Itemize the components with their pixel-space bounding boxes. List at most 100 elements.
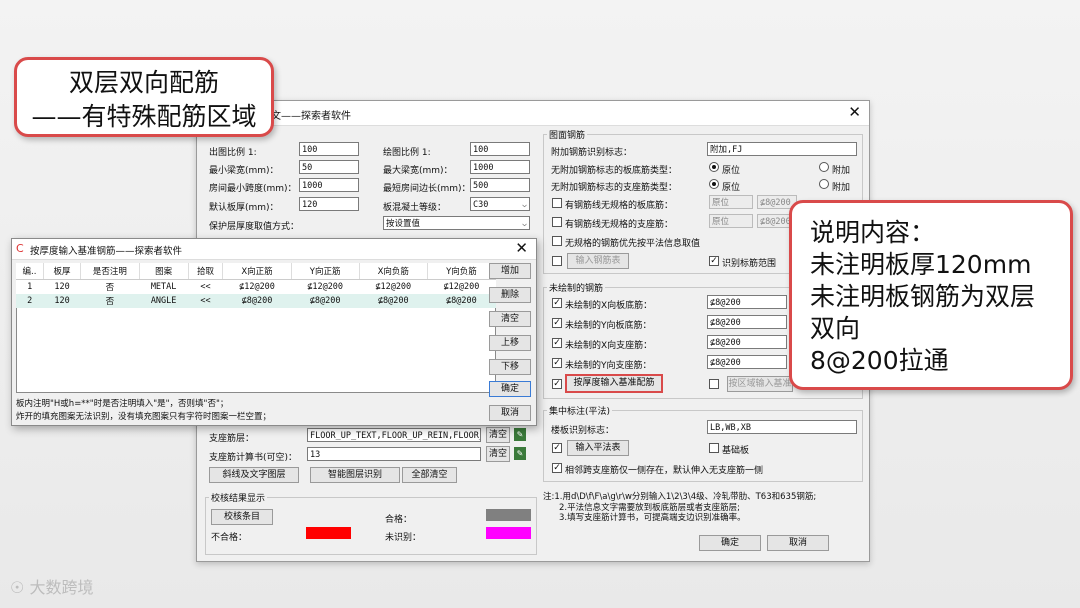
column-header[interactable]: Y向正筋 xyxy=(291,263,360,280)
x-support-input[interactable]: ⊈8@200 xyxy=(707,335,787,349)
sub-button-2[interactable]: 清空 xyxy=(489,311,531,327)
support-calc-input[interactable]: 13 xyxy=(307,447,481,461)
input-rebar-button[interactable]: 输入钢筋表 xyxy=(567,253,629,269)
base-slab-checkbox[interactable] xyxy=(709,443,719,453)
input-rebar-checkbox[interactable] xyxy=(552,256,562,266)
clear-layer-button[interactable]: 清空 xyxy=(486,427,510,443)
support-orig-radio[interactable] xyxy=(709,179,719,189)
recog-range-checkbox[interactable]: ✓ xyxy=(709,256,719,266)
clear-all-button[interactable]: 全部清空 xyxy=(402,467,457,483)
table-cell[interactable]: 否 xyxy=(80,294,140,308)
region-base-button[interactable]: 按区域输入基准 xyxy=(727,376,793,392)
sub-button-1[interactable]: 删除 xyxy=(489,287,531,303)
table-cell[interactable]: ⊈8@200 xyxy=(359,294,428,308)
concrete-select[interactable]: C30 ⌵ xyxy=(470,197,530,211)
table-cell[interactable]: 否 xyxy=(81,280,140,295)
bottom-attach-radio[interactable] xyxy=(819,162,829,172)
region-base-checkbox[interactable] xyxy=(709,379,719,389)
y-bottom-checkbox[interactable]: ✓ xyxy=(552,318,562,328)
unrecognized-color xyxy=(486,527,531,539)
table-cell[interactable]: ⊈12@200 xyxy=(223,280,291,295)
column-header[interactable]: X向负筋 xyxy=(359,263,428,280)
check-items-button[interactable]: 校核条目 xyxy=(211,509,273,525)
support-attach-radio[interactable] xyxy=(819,179,829,189)
table-cell[interactable]: 120 xyxy=(43,280,80,295)
column-header[interactable]: 编.. xyxy=(16,263,44,280)
edit-icon[interactable]: ✎ xyxy=(514,428,526,441)
x-bottom-checkbox[interactable]: ✓ xyxy=(552,298,562,308)
clear-calc-button[interactable]: 清空 xyxy=(486,446,510,462)
column-header[interactable]: 是否注明 xyxy=(80,263,140,280)
thick-base-button[interactable]: 按厚度输入基准配筋 xyxy=(565,374,663,393)
min-edge-input[interactable]: 500 xyxy=(470,178,530,192)
callout1-line1: 双层双向配筋 xyxy=(68,68,219,97)
adjacent-checkbox[interactable]: ✓ xyxy=(552,463,562,473)
attach-input[interactable]: 附加,FJ xyxy=(707,142,857,156)
callout1-line2: ——有特殊配筋区域 xyxy=(31,102,257,131)
thick-base-checkbox[interactable]: ✓ xyxy=(552,379,562,389)
table-cell[interactable]: ⊈8@200 xyxy=(291,294,360,308)
no-spec-plane-checkbox[interactable] xyxy=(552,236,562,246)
column-header[interactable]: 板厚 xyxy=(43,263,82,280)
table-row[interactable]: 2 120 否 ANGLE << ⊈8@200 ⊈8@200 ⊈8@200 ⊈8@200 xyxy=(16,294,496,308)
min-beam-label: 最小梁宽(mm)： xyxy=(209,166,279,176)
y-bottom-label: 未绘制的Y向板底筋： xyxy=(565,321,652,331)
table-cell[interactable]: ⊈12@200 xyxy=(291,280,359,295)
x-support-checkbox[interactable]: ✓ xyxy=(552,338,562,348)
table-cell[interactable]: 2 xyxy=(16,294,44,308)
ratio-draw-input[interactable]: 100 xyxy=(470,142,530,156)
support-layer-input[interactable]: FLOOR_UP_TEXT,FLOOR_UP_REIN,FLOOR_ xyxy=(307,428,481,442)
table-row[interactable]: 1 120 否 METAL << ⊈12@200 ⊈12@200 ⊈12@200 ⊈12@200 xyxy=(16,280,496,295)
irregular-support-checkbox[interactable] xyxy=(552,217,562,227)
table-cell[interactable]: ⊈12@200 xyxy=(427,280,495,295)
y-support-checkbox[interactable]: ✓ xyxy=(552,358,562,368)
sub-button-6[interactable]: 取消 xyxy=(489,405,531,421)
watermark-logo-icon: ☉ xyxy=(10,578,25,597)
smart-layer-button[interactable]: 智能图层识别 xyxy=(310,467,400,483)
cancel-button[interactable]: 取消 xyxy=(767,535,829,551)
input-plane-checkbox[interactable]: ✓ xyxy=(552,443,562,453)
table-cell[interactable]: ⊈8@200 xyxy=(427,294,496,308)
ok-button[interactable]: 确定 xyxy=(699,535,761,551)
column-header[interactable]: Y向负筋 xyxy=(427,263,497,280)
table-cell[interactable]: METAL xyxy=(139,280,188,295)
column-header[interactable]: 图案 xyxy=(139,263,189,280)
slab-mark-input[interactable]: LB,WB,XB xyxy=(707,420,857,434)
watermark: ☉ 大数跨境 xyxy=(10,574,93,598)
bottom-orig-label: 原位 xyxy=(722,166,741,176)
x-bottom-input[interactable]: ⊈8@200 xyxy=(707,295,787,309)
max-beam-input[interactable]: 1000 xyxy=(470,160,530,174)
bottom-orig-radio[interactable] xyxy=(709,162,719,172)
min-span-input[interactable]: 1000 xyxy=(299,178,359,192)
table-cell[interactable]: << xyxy=(188,294,223,308)
min-beam-input[interactable]: 50 xyxy=(299,160,359,174)
ratio-out-input[interactable]: 100 xyxy=(299,142,359,156)
y-support-input[interactable]: ⊈8@200 xyxy=(707,355,787,369)
default-thick-input[interactable]: 120 xyxy=(299,197,359,211)
slab-mark-label: 楼板识别标志： xyxy=(551,426,615,436)
y-bottom-input[interactable]: ⊈8@200 xyxy=(707,315,787,329)
sub-button-4[interactable]: 下移 xyxy=(489,359,531,375)
table-cell[interactable]: ANGLE xyxy=(139,294,189,308)
table-cell[interactable]: 120 xyxy=(43,294,81,308)
input-plane-button[interactable]: 输入平法表 xyxy=(567,440,629,456)
irregular-bottom-select[interactable]: 原位 xyxy=(709,195,753,209)
sub-button-3[interactable]: 上移 xyxy=(489,335,531,351)
table-cell[interactable]: ⊈8@200 xyxy=(222,294,292,308)
edit-icon[interactable]: ✎ xyxy=(514,447,526,460)
column-header[interactable]: 拾取 xyxy=(188,263,224,280)
irregular-support-select[interactable]: 原位 xyxy=(709,214,753,228)
table-cell[interactable]: ⊈12@200 xyxy=(359,280,427,295)
sub-button-5[interactable]: 确定 xyxy=(489,381,531,397)
irregular-bottom-checkbox[interactable] xyxy=(552,198,562,208)
table-cell[interactable]: 1 xyxy=(16,280,43,295)
table-cell[interactable]: << xyxy=(188,280,223,295)
close-icon[interactable]: ✕ xyxy=(515,239,528,257)
close-icon[interactable]: ✕ xyxy=(848,103,861,121)
sub-button-0[interactable]: 增加 xyxy=(489,263,531,279)
column-header[interactable]: X向正筋 xyxy=(222,263,292,280)
cover-select[interactable]: 按设置值 ⌵ xyxy=(383,216,530,230)
callout2-line3: 未注明板钢筋为双层 xyxy=(810,282,1036,311)
rebar-table: 编.. 板厚 是否注明 图案 拾取 X向正筋 Y向正筋 X向负筋 Y向负筋 1 120 否 METAL… xyxy=(16,263,497,308)
diag-layer-button[interactable]: 斜线及文字图层 xyxy=(209,467,299,483)
